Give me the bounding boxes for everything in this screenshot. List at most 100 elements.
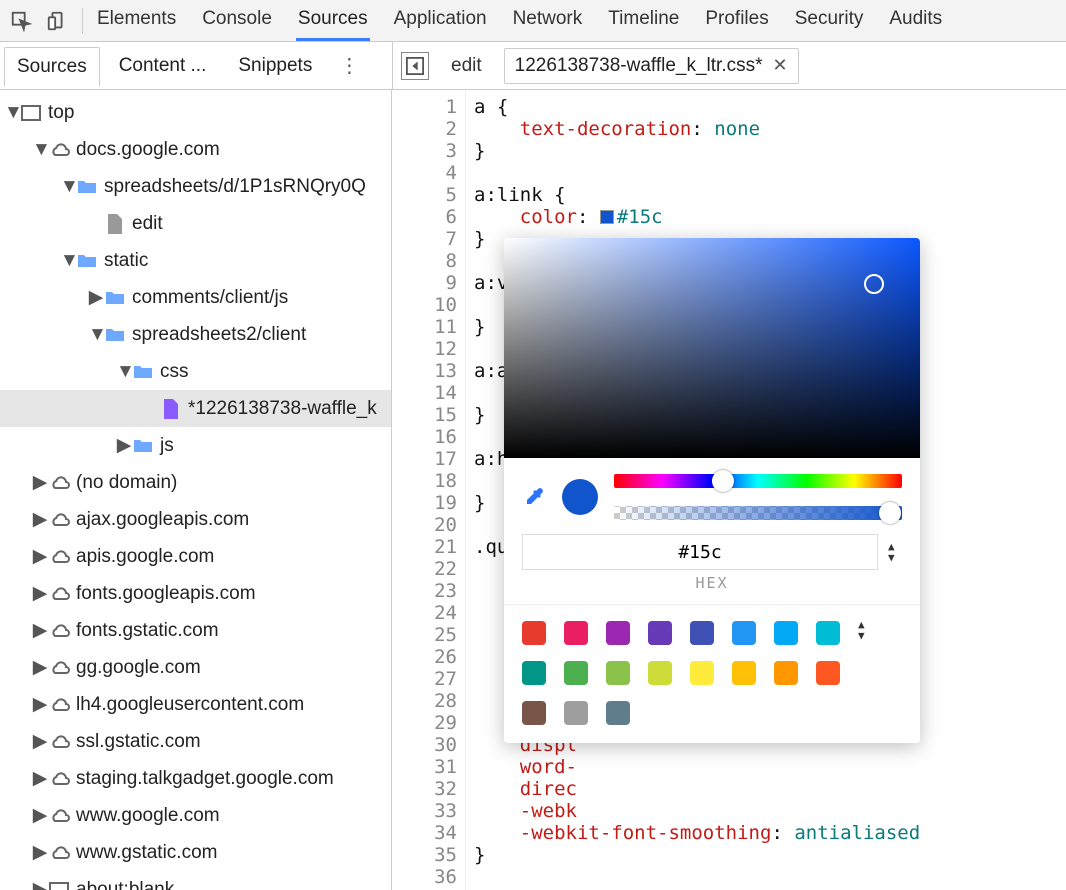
tree-item[interactable]: ▶www.google.com (0, 797, 391, 834)
panel-tab-console[interactable]: Console (200, 0, 274, 41)
editor-tab-css-file[interactable]: 1226138738-waffle_k_ltr.css* ✕ (504, 48, 799, 84)
palette-swatch[interactable] (732, 621, 756, 645)
inspect-icon[interactable] (8, 8, 34, 34)
panel-tabs: Elements Console Sources Application Network… (95, 0, 944, 41)
gradient-cursor[interactable] (864, 274, 884, 294)
tree-item[interactable]: ▶fonts.gstatic.com (0, 612, 391, 649)
tree-caret[interactable]: ▶ (32, 841, 48, 864)
color-swatch-inline[interactable] (600, 210, 614, 224)
tree-caret[interactable]: ▶ (88, 286, 104, 309)
sub-tab-sources[interactable]: Sources (4, 47, 100, 87)
tree-caret[interactable]: ▼ (32, 139, 48, 161)
color-hex-input[interactable] (522, 534, 878, 570)
tree-caret[interactable]: ▶ (32, 471, 48, 494)
palette-swatch[interactable] (606, 661, 630, 685)
palette-swatch[interactable] (606, 701, 630, 725)
tree-caret[interactable]: ▶ (32, 656, 48, 679)
tree-item[interactable]: ▼css (0, 353, 391, 390)
tree-caret[interactable]: ▼ (60, 250, 76, 272)
tree-item[interactable]: ▶lh4.googleusercontent.com (0, 686, 391, 723)
panel-tab-security[interactable]: Security (793, 0, 866, 41)
tree-item[interactable]: ▶(no domain) (0, 464, 391, 501)
palette-swatch[interactable] (816, 621, 840, 645)
tree-item[interactable]: ▶ssl.gstatic.com (0, 723, 391, 760)
cloud-icon (48, 620, 70, 642)
tree-item[interactable]: ▶fonts.googleapis.com (0, 575, 391, 612)
tree-item[interactable]: ▶js (0, 427, 391, 464)
panel-tab-profiles[interactable]: Profiles (703, 0, 770, 41)
palette-swatch[interactable] (522, 661, 546, 685)
tree-item[interactable]: ▶staging.talkgadget.google.com (0, 760, 391, 797)
tree-caret[interactable]: ▶ (32, 582, 48, 605)
palette-swatch[interactable] (564, 701, 588, 725)
panel-tab-network[interactable]: Network (511, 0, 585, 41)
tree-item[interactable]: *1226138738-waffle_k (0, 390, 391, 427)
palette-swatch[interactable] (690, 661, 714, 685)
palette-swatch[interactable] (522, 701, 546, 725)
code-editor[interactable]: 1234567891011121314151617181920212223242… (392, 90, 1066, 890)
panel-tab-timeline[interactable]: Timeline (606, 0, 681, 41)
palette-swatch[interactable] (648, 621, 672, 645)
hue-knob[interactable] (712, 470, 734, 492)
device-toggle-icon[interactable] (44, 8, 70, 34)
panel-tab-elements[interactable]: Elements (95, 0, 178, 41)
tree-caret[interactable]: ▶ (32, 878, 48, 890)
tree-item[interactable]: ▶comments/client/js (0, 279, 391, 316)
panel-tab-application[interactable]: Application (392, 0, 489, 41)
tree-caret[interactable]: ▶ (32, 804, 48, 827)
palette-swatch[interactable] (564, 621, 588, 645)
tree-caret[interactable]: ▶ (116, 434, 132, 457)
sub-tab-snippets[interactable]: Snippets (225, 46, 325, 86)
palette-swatch[interactable] (522, 621, 546, 645)
file-tree[interactable]: ▼top▼docs.google.com▼spreadsheets/d/1P1s… (0, 90, 392, 890)
tree-item[interactable]: ▶www.gstatic.com (0, 834, 391, 871)
palette-swatch[interactable] (564, 661, 588, 685)
tree-item[interactable]: ▼top (0, 94, 391, 131)
panel-tab-sources[interactable]: Sources (296, 0, 370, 41)
palette-swatch[interactable] (648, 661, 672, 685)
cloud-icon (48, 694, 70, 716)
hue-slider[interactable] (614, 474, 902, 488)
format-stepper[interactable]: ▲▼ (888, 543, 902, 562)
tree-item[interactable]: ▶about:blank (0, 871, 391, 890)
tree-caret[interactable]: ▶ (32, 767, 48, 790)
tree-caret[interactable]: ▼ (60, 176, 76, 198)
palette-swatch[interactable] (816, 661, 840, 685)
tree-caret[interactable]: ▼ (4, 102, 20, 124)
tree-caret[interactable]: ▶ (32, 508, 48, 531)
palette-stepper[interactable]: ▲▼ (858, 621, 872, 640)
tree-item[interactable]: ▶ajax.googleapis.com (0, 501, 391, 538)
sub-tab-content-[interactable]: Content ... (106, 46, 220, 86)
editor-tab-edit[interactable]: edit (439, 55, 494, 77)
tree-caret[interactable]: ▼ (116, 361, 132, 383)
eyedropper-icon[interactable] (522, 485, 546, 509)
tree-item[interactable]: ▼spreadsheets/d/1P1sRNQry0Q (0, 168, 391, 205)
more-options-icon[interactable]: ⋮ (325, 53, 373, 78)
tree-caret[interactable]: ▶ (32, 730, 48, 753)
palette-swatch[interactable] (774, 621, 798, 645)
tree-item[interactable]: ▶apis.google.com (0, 538, 391, 575)
tree-caret[interactable]: ▶ (32, 619, 48, 642)
palette-swatch[interactable] (690, 621, 714, 645)
tree-item[interactable]: ▼docs.google.com (0, 131, 391, 168)
color-picker[interactable]: ▲▼ HEX ▲▼ (504, 238, 920, 743)
tree-caret[interactable]: ▶ (32, 693, 48, 716)
close-tab-icon[interactable]: ✕ (773, 55, 788, 76)
panel-tab-audits[interactable]: Audits (887, 0, 944, 41)
palette-grid[interactable] (522, 621, 840, 725)
tree-item[interactable]: ▼static (0, 242, 391, 279)
tree-caret[interactable]: ▼ (88, 324, 104, 346)
palette-swatch[interactable] (606, 621, 630, 645)
color-gradient[interactable] (504, 238, 920, 458)
alpha-slider[interactable] (614, 506, 902, 520)
tree-item[interactable]: edit (0, 205, 391, 242)
palette-swatch[interactable] (774, 661, 798, 685)
palette-swatch[interactable] (732, 661, 756, 685)
cloud-icon (48, 657, 70, 679)
tree-item[interactable]: ▶gg.google.com (0, 649, 391, 686)
alpha-knob[interactable] (879, 502, 901, 524)
tree-item[interactable]: ▼spreadsheets2/client (0, 316, 391, 353)
tree-caret[interactable]: ▶ (32, 545, 48, 568)
toggle-navigator-icon[interactable] (401, 52, 429, 80)
cloud-icon (48, 731, 70, 753)
